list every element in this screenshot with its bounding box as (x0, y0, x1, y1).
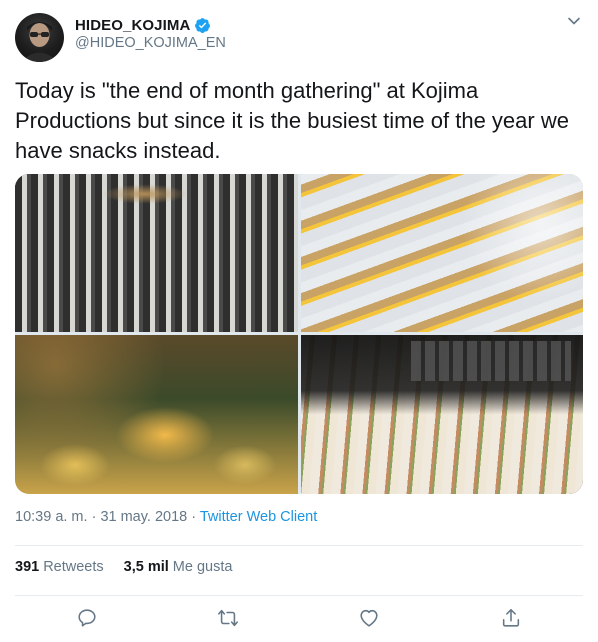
retweet-button[interactable] (217, 607, 239, 629)
media-grid (15, 174, 583, 494)
reply-button[interactable] (76, 607, 98, 629)
tweet-date[interactable]: 31 may. 2018 (100, 509, 187, 525)
verified-badge-icon (195, 17, 211, 33)
photo-wall-detail (411, 341, 571, 381)
tweet-source-link[interactable]: Twitter Web Client (200, 509, 317, 525)
retweets-count: 391 (15, 559, 40, 575)
fruit-cups-photo[interactable] (15, 335, 298, 494)
avatar-image (21, 22, 58, 62)
retweet-icon (218, 609, 238, 627)
tweet-stats: 391 Retweets 3,5 mil Me gusta (15, 559, 252, 575)
meta-separator: · (87, 509, 101, 525)
reply-icon (78, 609, 96, 627)
tweet-time[interactable]: 10:39 a. m. (15, 509, 88, 525)
meta-separator: · (187, 509, 200, 525)
share-icon (502, 608, 520, 627)
like-button[interactable] (358, 607, 380, 629)
retweets-label: Retweets (43, 559, 104, 575)
avatar[interactable] (15, 13, 64, 62)
tweet-meta: 10:39 a. m. · 31 may. 2018 · Twitter Web… (15, 509, 317, 525)
retweets-stat[interactable]: 391 Retweets (15, 559, 104, 575)
chevron-down-icon[interactable] (567, 14, 581, 28)
like-icon (360, 609, 378, 627)
user-handle[interactable]: @HIDEO_KOJIMA_EN (75, 35, 226, 51)
likes-count: 3,5 mil (123, 559, 169, 575)
likes-label: Me gusta (172, 559, 233, 575)
sandwich-rows-photo[interactable] (301, 335, 583, 494)
display-name[interactable]: HIDEO_KOJIMA (75, 17, 190, 34)
likes-stat[interactable]: 3,5 mil Me gusta (124, 559, 233, 575)
divider (15, 545, 583, 546)
share-button[interactable] (500, 607, 522, 629)
action-bar (0, 607, 598, 631)
tweet-text: Today is "the end of month gathering" at… (15, 78, 569, 163)
divider (15, 595, 583, 596)
wrapped-pastries-photo[interactable] (301, 174, 583, 332)
author-name-row[interactable]: HIDEO_KOJIMA (75, 15, 211, 35)
onigiri-baskets-photo[interactable] (15, 174, 298, 332)
tweet-card: HIDEO_KOJIMA @HIDEO_KOJIMA_EN Today is "… (0, 0, 598, 642)
